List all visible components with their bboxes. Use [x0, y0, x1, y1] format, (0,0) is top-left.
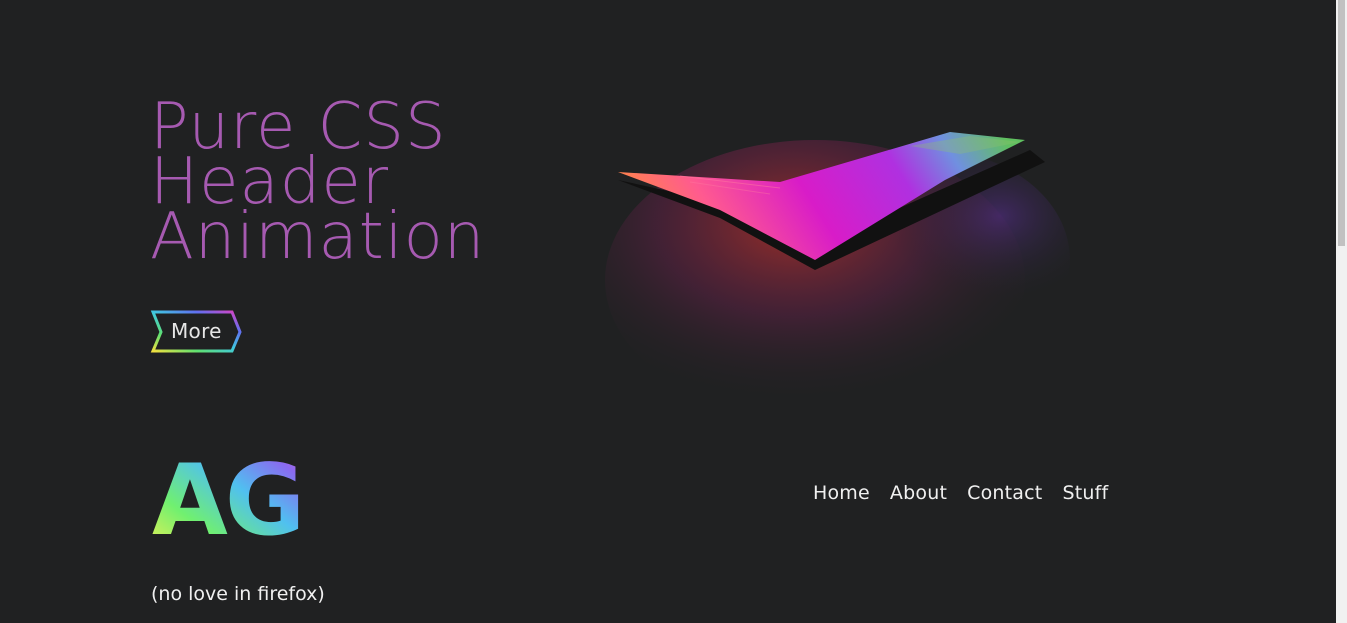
page: Pure CSS Header Animation More AG Home A…: [0, 0, 1347, 623]
nav-about[interactable]: About: [890, 482, 947, 504]
logo[interactable]: AG: [152, 446, 322, 546]
more-button[interactable]: More: [150, 309, 244, 355]
more-button-label: More: [171, 319, 222, 343]
nav-stuff[interactable]: Stuff: [1062, 482, 1108, 504]
scrollbar[interactable]: [1336, 0, 1347, 623]
hero-title: Pure CSS Header Animation: [150, 95, 486, 274]
nav-contact[interactable]: Contact: [967, 482, 1042, 504]
scrollbar-thumb[interactable]: [1338, 0, 1345, 246]
nav-home[interactable]: Home: [813, 482, 870, 504]
laptop-image: [600, 110, 1070, 420]
hero-title-line-3: Animation: [150, 200, 486, 274]
main-nav: Home About Contact Stuff: [813, 482, 1108, 504]
logo-text: AG: [152, 446, 302, 546]
footnote: (no love in firefox): [151, 583, 325, 605]
